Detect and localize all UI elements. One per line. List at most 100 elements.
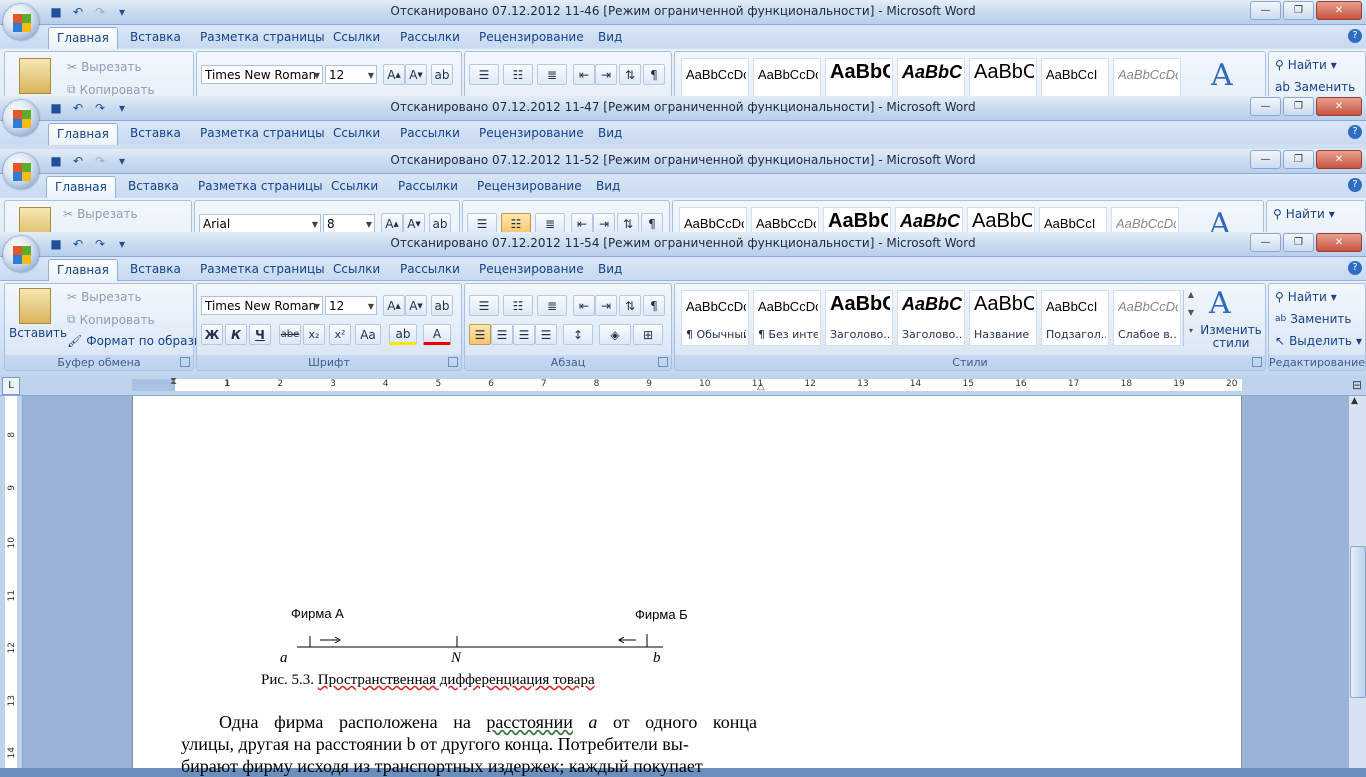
tab-references[interactable]: Ссылки (331, 176, 378, 197)
redo-icon[interactable]: ↷ (92, 4, 108, 20)
style-no-spacing[interactable]: AaBbCcDc (751, 207, 819, 233)
font-size-combo[interactable]: 12 ▼ (325, 65, 377, 84)
clipboard-launcher[interactable] (180, 357, 190, 367)
close-button[interactable]: ✕ (1316, 1, 1362, 20)
tab-references[interactable]: Ссылки (333, 123, 380, 144)
tab-home[interactable]: Главная (46, 176, 116, 198)
multilevel-button[interactable]: ≣ (535, 213, 565, 233)
sort-button[interactable]: ⇅ (619, 295, 641, 316)
customize-qat-icon[interactable]: ▾ (114, 153, 130, 169)
tab-references[interactable]: Ссылки (333, 27, 380, 48)
bullets-button[interactable]: ☰ (469, 295, 499, 316)
help-icon[interactable]: ? (1348, 125, 1362, 139)
style-heading2[interactable]: AaBbCc (895, 207, 963, 233)
vertical-ruler[interactable]: 8 9 10 11 12 13 14 (0, 396, 23, 768)
find-button[interactable]: ⚲ Найти ▾ (1273, 207, 1335, 221)
tab-references[interactable]: Ссылки (333, 259, 380, 280)
right-indent-marker[interactable]: △ (757, 381, 765, 392)
customize-qat-icon[interactable]: ▾ (114, 4, 130, 20)
style-title[interactable]: AaBbC Название (969, 290, 1037, 346)
shading-button[interactable]: ◈ (599, 324, 631, 345)
bold-button[interactable]: Ж (201, 324, 223, 345)
shrink-font-button[interactable]: A ▼ (405, 64, 427, 85)
tab-home[interactable]: Главная (48, 123, 118, 145)
style-heading2[interactable]: AaBbCc (897, 58, 965, 96)
style-no-spacing[interactable]: AaBbCcDc (753, 58, 821, 96)
highlight-button[interactable]: ab (389, 324, 417, 345)
bullets-button[interactable]: ☰ (469, 64, 499, 85)
tab-review[interactable]: Рецензирование (479, 259, 584, 280)
numbering-button[interactable]: ☷ (503, 295, 533, 316)
grow-font-button[interactable]: A ▲ (383, 295, 405, 316)
strikethrough-button[interactable]: abe (279, 324, 301, 345)
format-painter-button[interactable]: 🖌 Формат по образцу (67, 334, 209, 348)
justify-button[interactable]: ☰ (535, 324, 557, 345)
tab-insert[interactable]: Вставка (128, 176, 179, 197)
tab-mailings[interactable]: Рассылки (398, 176, 458, 197)
decrease-indent-button[interactable]: ⇤ (571, 213, 593, 233)
tab-insert[interactable]: Вставка (130, 27, 181, 48)
minimize-button[interactable]: — (1250, 1, 1281, 20)
style-no-spacing[interactable]: AaBbCcDc¶ Без инте... (753, 290, 821, 346)
superscript-button[interactable]: x² (329, 324, 351, 345)
paragraph-launcher[interactable] (658, 357, 668, 367)
undo-icon[interactable]: ↶ (70, 4, 86, 20)
subscript-button[interactable]: x₂ (303, 324, 325, 345)
paste-icon[interactable] (19, 58, 51, 94)
style-heading2[interactable]: AaBbCcЗаголово... (897, 290, 965, 346)
tab-insert[interactable]: Вставка (130, 259, 181, 280)
copy-button[interactable]: ⧉ Копировать (67, 312, 155, 327)
style-heading1[interactable]: AaBbC (825, 58, 893, 96)
tab-review[interactable]: Рецензирование (479, 27, 584, 48)
shrink-font-button[interactable]: A ▼ (403, 213, 425, 233)
tab-view[interactable]: Вид (598, 259, 622, 280)
replace-button[interactable]: ab Заменить (1275, 312, 1351, 326)
show-marks-button[interactable]: ¶ (643, 295, 665, 316)
maximize-button[interactable]: ❐ (1283, 97, 1314, 116)
tab-selector[interactable]: L (2, 377, 20, 395)
office-button[interactable] (3, 236, 39, 272)
clear-format-button[interactable]: ab (431, 64, 453, 85)
styles-scroll[interactable]: ▲ ▼ ▾ (1183, 290, 1198, 346)
bullets-button[interactable]: ☰ (467, 213, 497, 233)
decrease-indent-button[interactable]: ⇤ (573, 295, 595, 316)
tab-page-layout[interactable]: Разметка страницы (200, 27, 325, 48)
help-icon[interactable]: ? (1348, 29, 1362, 43)
document-page[interactable]: Фирма А Фирма Б a N b Рис. 5.3. Простран… (132, 396, 1242, 776)
close-button[interactable]: ✕ (1316, 233, 1362, 252)
font-family-combo[interactable]: Times New Roman ▼ (201, 296, 323, 315)
tab-home[interactable]: Главная (48, 27, 118, 49)
line-spacing-button[interactable]: ↕ (563, 324, 593, 345)
tab-mailings[interactable]: Рассылки (400, 27, 460, 48)
style-normal[interactable]: AaBbCcDc (681, 58, 749, 96)
style-subtle[interactable]: AaBbCcDc (1111, 207, 1179, 233)
find-button[interactable]: ⚲ Найти ▾ (1275, 58, 1337, 72)
paste-icon[interactable] (19, 288, 51, 324)
change-styles-icon[interactable]: A (1209, 207, 1231, 233)
tab-home[interactable]: Главная (48, 259, 118, 281)
change-case-button[interactable]: Aa (355, 324, 381, 345)
tab-view[interactable]: Вид (596, 176, 620, 197)
font-size-combo[interactable]: 12 ▼ (325, 296, 377, 315)
change-styles-icon[interactable]: A (1211, 58, 1233, 93)
style-heading1[interactable]: AaBbC (823, 207, 891, 233)
sort-button[interactable]: ⇅ (617, 213, 639, 233)
office-button[interactable] (3, 4, 39, 40)
redo-icon[interactable]: ↷ (92, 153, 108, 169)
minimize-button[interactable]: — (1250, 233, 1281, 252)
view-ruler-icon[interactable]: ⊟ (1352, 378, 1362, 392)
increase-indent-button[interactable]: ⇥ (595, 295, 617, 316)
undo-icon[interactable]: ↶ (70, 100, 86, 116)
shrink-font-button[interactable]: A ▼ (405, 295, 427, 316)
style-subtitle[interactable]: AaBbCcI (1041, 58, 1109, 96)
minimize-button[interactable]: — (1250, 150, 1281, 169)
tab-mailings[interactable]: Рассылки (400, 259, 460, 280)
horizontal-ruler[interactable]: L 1 1 2 3 4 5 6 7 8 9 10 11 12 13 14 15 16 17 18 19 20 ⧗ △ ⊟ (0, 375, 1366, 396)
customize-qat-icon[interactable]: ▾ (114, 236, 130, 252)
font-launcher[interactable] (448, 357, 458, 367)
italic-button[interactable]: К (225, 324, 247, 345)
numbering-button[interactable]: ☷ (501, 213, 531, 233)
font-family-combo[interactable]: Arial ▼ (199, 214, 321, 233)
font-size-combo[interactable]: 8 ▼ (323, 214, 375, 233)
cut-button[interactable]: ✂ Вырезать (67, 60, 142, 74)
